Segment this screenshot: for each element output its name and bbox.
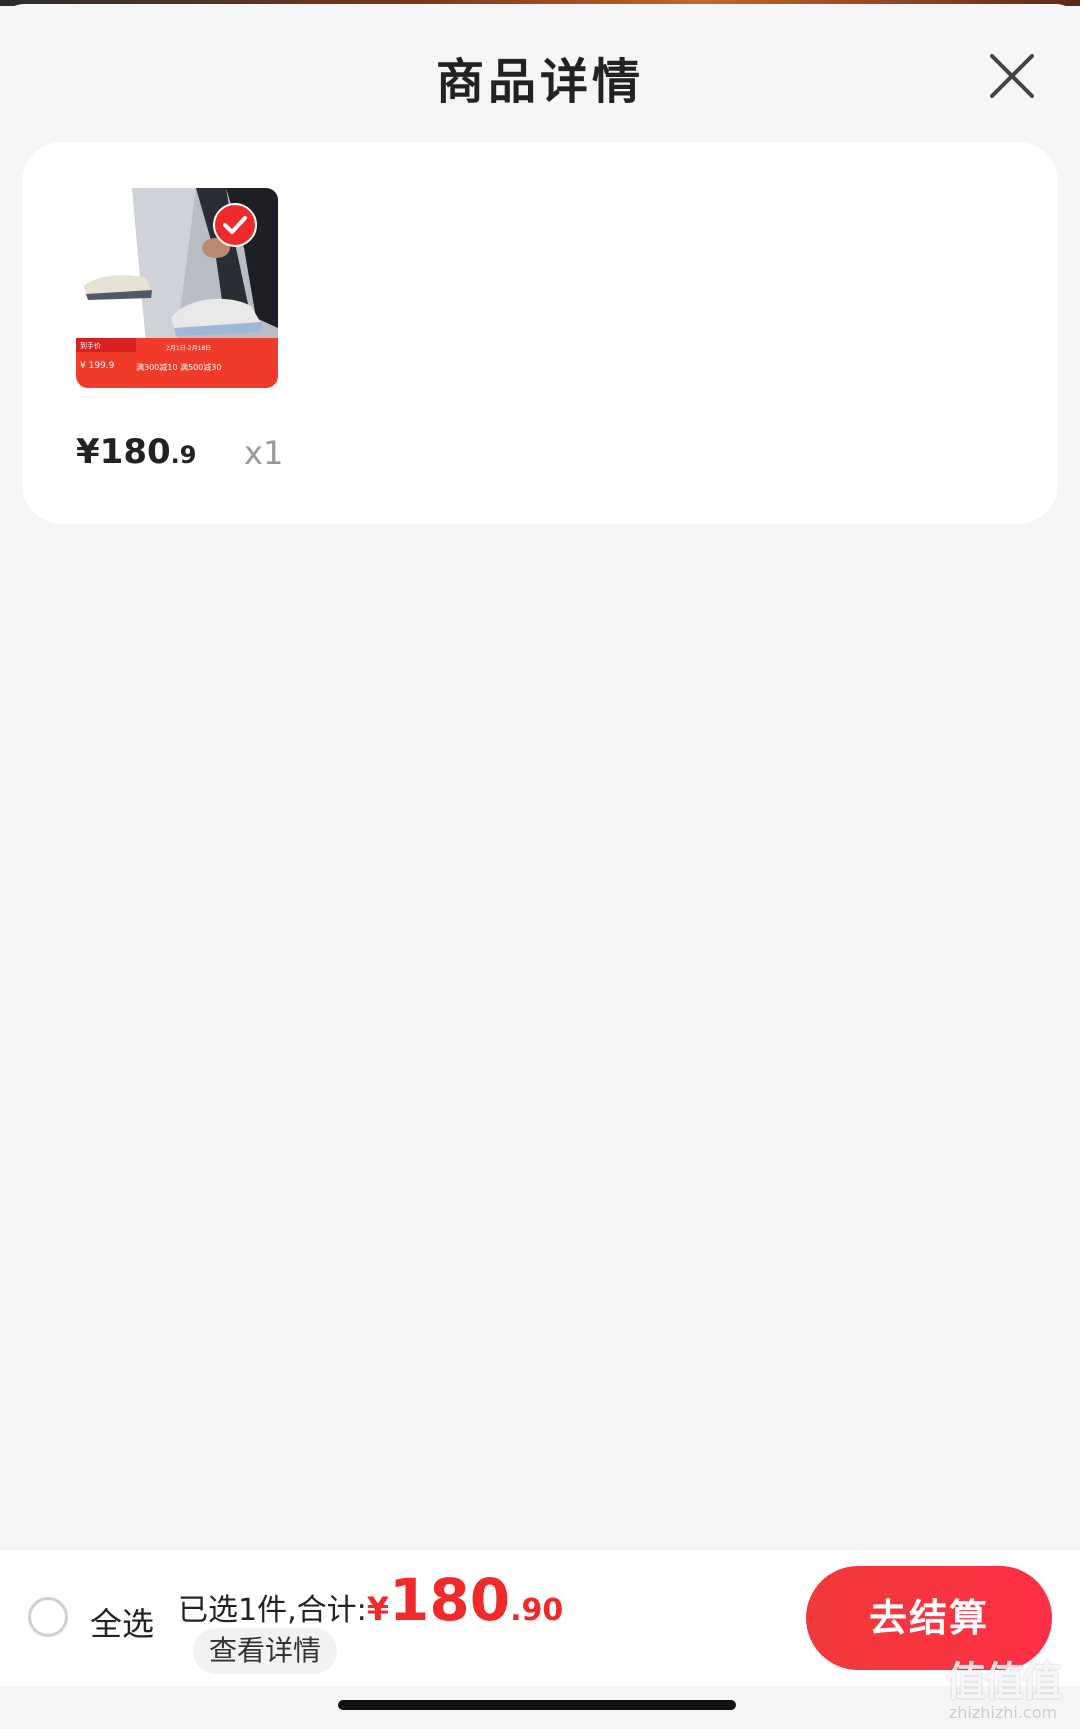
summary-label: 已选1件,合计: (178, 1593, 367, 1628)
sheet-title: 商品详情 (435, 54, 644, 110)
total-decimal: .90 (510, 1593, 564, 1628)
watermark: 值值值 zhizhizhi.com (928, 1649, 1078, 1722)
image-banner-dates: 2月1日-2月18日 (166, 345, 211, 352)
product-card: 到手价 ¥ 199.9 满300减10 满500减30 2月1日-2月18日 ¥… (22, 142, 1058, 524)
image-banner-price: ¥ 199.9 (80, 361, 115, 371)
product-price: ¥180.9 (76, 432, 196, 472)
watermark-domain: zhizhizhi.com (948, 1703, 1058, 1722)
checkout-bar: 全选 已选1件,合计:¥180.90 查看详情 去结算 (0, 1549, 1080, 1686)
total-symbol: ¥ (366, 1590, 389, 1628)
view-details-button[interactable]: 查看详情 (193, 1628, 338, 1674)
total-summary: 已选1件,合计:¥180.90 (178, 1566, 563, 1634)
image-banner-tag: 到手价 (80, 341, 101, 350)
price-decimal: .9 (170, 441, 197, 469)
product-detail-sheet: 商品详情 到手价 ¥ 199.9 满300减10 满500减30 2月1日-2月… (0, 4, 1080, 1729)
close-button[interactable] (982, 46, 1042, 106)
select-all-checkbox[interactable] (28, 1597, 68, 1637)
watermark-logo: 值值值 (946, 1659, 1062, 1705)
checkmark-circle-icon (213, 203, 257, 247)
image-banner-promo: 满300减10 满500减30 (136, 362, 221, 372)
select-all-label[interactable]: 全选 (90, 1599, 154, 1645)
total-integer: 180 (389, 1566, 511, 1634)
price-symbol: ¥ (76, 432, 100, 472)
product-quantity: x1 (244, 434, 284, 472)
close-icon (990, 54, 1034, 98)
home-indicator (338, 1700, 736, 1710)
price-integer: 180 (99, 432, 171, 472)
selected-checkbox[interactable] (213, 203, 257, 247)
